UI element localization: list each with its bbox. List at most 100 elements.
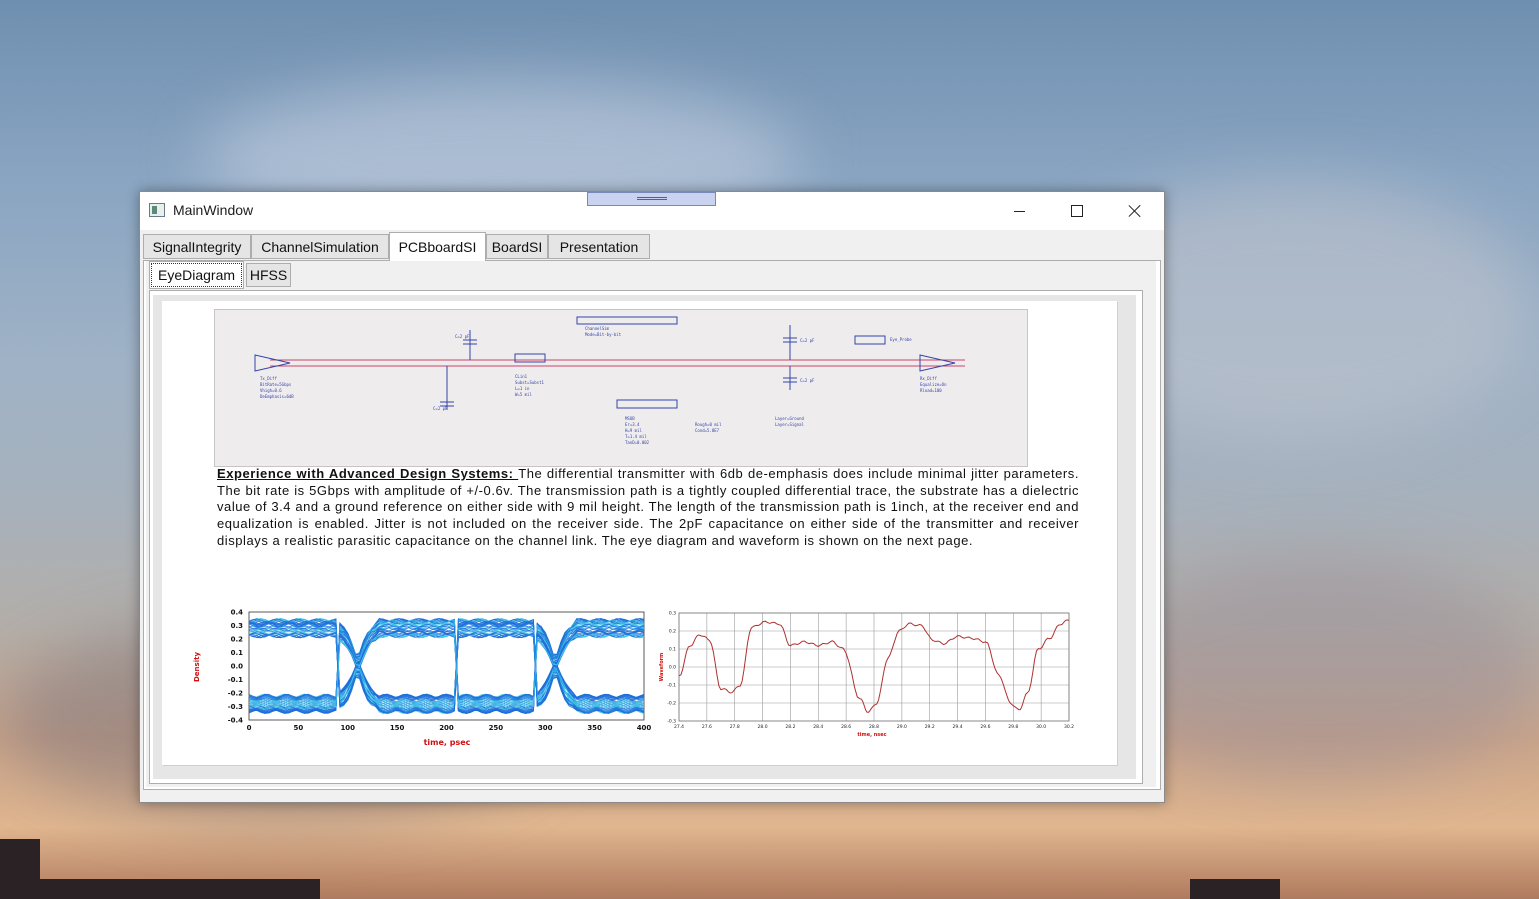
tab-channelsimulation[interactable]: ChannelSimulation xyxy=(251,234,389,259)
svg-text:CLin1: CLin1 xyxy=(515,374,528,379)
waveform-plot: 27.4 27.6 27.8 28.0 28.2 28.4 28.6 28.8 29.0 29.2… xyxy=(659,611,1074,739)
eye-xtick-label: 50 xyxy=(294,724,304,732)
wave-xtick-label: 27.8 xyxy=(730,724,740,730)
eye-trace xyxy=(248,634,645,702)
drag-handle-icon[interactable] xyxy=(587,192,716,206)
eye-ytick-label: 0.4 xyxy=(231,609,244,617)
document-page: Tx_Diff BitRate=5Gbps Vhigh=0.6 DeEmphasis=… xyxy=(162,301,1117,765)
eyediagram-panel: Tx_Diff BitRate=5Gbps Vhigh=0.6 DeEmphasis=… xyxy=(149,290,1143,784)
svg-text:W=5 mil: W=5 mil xyxy=(515,392,532,397)
svg-text:DeEmphasis=6dB: DeEmphasis=6dB xyxy=(260,394,294,399)
minimize-button[interactable] xyxy=(990,192,1048,230)
close-button[interactable] xyxy=(1106,192,1164,230)
svg-text:BitRate=5Gbps: BitRate=5Gbps xyxy=(260,382,292,387)
tab-boardsi[interactable]: BoardSI xyxy=(486,234,548,259)
eye-trace xyxy=(248,626,645,703)
eye-xlabel: time, psec xyxy=(424,738,471,747)
wave-ytick-label: 0.2 xyxy=(669,629,676,635)
eye-diagram-plot: 0.4 0.3 0.2 0.1 0.0 -0.1 -0.2 -0.3 -0.4 0 50 100 15… xyxy=(193,609,652,748)
wave-xtick-label: 27.6 xyxy=(702,724,712,730)
eye-trace xyxy=(248,628,644,704)
svg-text:Er=3.4: Er=3.4 xyxy=(625,422,640,427)
eye-ytick-label: 0.3 xyxy=(231,622,244,630)
eye-xtick-label: 100 xyxy=(340,724,355,732)
wave-ytick-label: 0.3 xyxy=(669,611,676,617)
eye-ytick-label: -0.1 xyxy=(228,676,243,684)
svg-text:C=2 pF: C=2 pF xyxy=(800,338,815,343)
svg-text:Rload=100: Rload=100 xyxy=(920,388,942,393)
svg-text:C=2 pF: C=2 pF xyxy=(800,378,815,383)
main-window: MainWindow SignalIntegrity ChannelSimula… xyxy=(139,191,1165,803)
city-skyline xyxy=(0,829,1539,899)
wave-xtick-label: 29.0 xyxy=(897,724,907,730)
wave-xtick-label: 29.2 xyxy=(925,724,935,730)
tab-presentation[interactable]: Presentation xyxy=(548,234,650,259)
svg-text:Mode=Bit-by-bit: Mode=Bit-by-bit xyxy=(585,332,622,337)
eye-ytick-label: -0.2 xyxy=(228,690,243,698)
svg-text:Layer=Ground: Layer=Ground xyxy=(775,416,804,421)
eye-trace xyxy=(248,633,645,699)
svg-text:MSUB: MSUB xyxy=(625,416,635,421)
eye-ytick-label: 0.2 xyxy=(231,636,244,644)
svg-text:T=1.4 mil: T=1.4 mil xyxy=(625,434,647,439)
cloud xyxy=(1100,560,1539,780)
svg-text:Vhigh=0.6: Vhigh=0.6 xyxy=(260,388,282,393)
tab-signalintegrity[interactable]: SignalIntegrity xyxy=(143,234,251,259)
eye-trace xyxy=(248,633,645,699)
svg-text:Cond=5.8E7: Cond=5.8E7 xyxy=(695,428,720,433)
maximize-icon xyxy=(1071,205,1083,217)
wave-xlabel: time, nsec xyxy=(857,732,886,738)
wave-xtick-label: 27.4 xyxy=(674,724,684,730)
svg-text:H=9 mil: H=9 mil xyxy=(625,428,642,433)
eye-trace xyxy=(248,634,645,699)
wave-ytick-label: 0.1 xyxy=(669,647,676,653)
eye-xtick-label: 200 xyxy=(439,724,454,732)
eye-xtick-label: 350 xyxy=(587,724,602,732)
wave-ytick-label: -0.2 xyxy=(667,701,676,707)
document-paragraph: Experience with Advanced Design Systems:… xyxy=(217,466,1079,550)
wave-xtick-label: 30.0 xyxy=(1036,724,1046,730)
ads-schematic-image: Tx_DiffBitRate=5GbpsVhigh=0.6DeEmphasis=… xyxy=(214,309,1028,467)
eye-ytick-label: 0.0 xyxy=(231,663,244,671)
eye-trace xyxy=(248,627,645,700)
eye-ytick-label: -0.3 xyxy=(228,703,243,711)
document-heading: Experience with Advanced Design Systems: xyxy=(217,466,519,481)
svg-text:TanD=0.002: TanD=0.002 xyxy=(625,440,650,445)
eye-xtick-label: 300 xyxy=(538,724,553,732)
eye-trace xyxy=(248,633,645,698)
tab-hfss[interactable]: HFSS xyxy=(246,263,291,287)
tab-panel: EyeDiagram HFSS Tx_Diff BitRate=5Gbps Vh… xyxy=(143,260,1161,790)
svg-text:Subst=Subst1: Subst=Subst1 xyxy=(515,380,544,385)
wave-ylabel: Waveform xyxy=(659,653,665,682)
svg-text:Layer=Signal: Layer=Signal xyxy=(775,422,804,427)
eye-xtick-label: 250 xyxy=(489,724,504,732)
svg-text:Rough=0 mil: Rough=0 mil xyxy=(695,422,722,427)
maximize-button[interactable] xyxy=(1048,192,1106,230)
wave-xtick-label: 29.6 xyxy=(980,724,990,730)
svg-text:L=1 in: L=1 in xyxy=(515,386,530,391)
minimize-icon xyxy=(1013,210,1025,212)
eye-trace xyxy=(248,632,645,700)
eye-trace xyxy=(248,632,645,702)
eye-xtick-label: 400 xyxy=(637,724,652,732)
wave-xtick-label: 30.2 xyxy=(1064,724,1074,730)
svg-text:Eye_Probe: Eye_Probe xyxy=(890,337,912,342)
svg-text:C=2 pF: C=2 pF xyxy=(455,334,470,339)
tab-eyediagram[interactable]: EyeDiagram xyxy=(149,261,244,289)
svg-text:C=2 pF: C=2 pF xyxy=(433,406,448,411)
svg-text:Equalize=On: Equalize=On xyxy=(920,382,947,387)
wave-xtick-label: 29.4 xyxy=(953,724,963,730)
wave-ytick-label: 0.0 xyxy=(669,665,676,671)
eye-ylabel: Density xyxy=(193,652,201,682)
app-icon xyxy=(149,203,165,217)
wave-xtick-label: 28.0 xyxy=(758,724,768,730)
title-bar[interactable]: MainWindow xyxy=(140,192,1164,230)
window-title: MainWindow xyxy=(173,202,254,218)
tab-pcbboardsi[interactable]: PCBboardSI xyxy=(389,232,486,261)
document-viewer[interactable]: Tx_Diff BitRate=5Gbps Vhigh=0.6 DeEmphasis=… xyxy=(153,295,1136,779)
wave-xtick-label: 29.8 xyxy=(1008,724,1018,730)
svg-text:Tx_Diff: Tx_Diff xyxy=(260,376,277,381)
wave-xtick-label: 28.4 xyxy=(813,724,823,730)
wave-xtick-label: 28.8 xyxy=(869,724,879,730)
wave-ytick-label: -0.3 xyxy=(667,719,676,725)
